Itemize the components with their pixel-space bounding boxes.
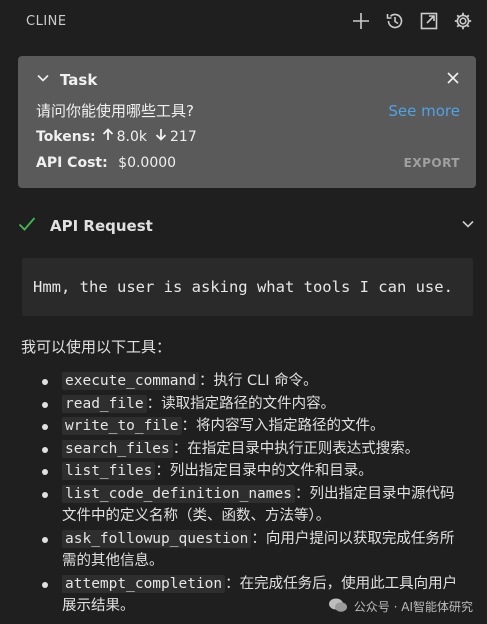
list-item: list_code_definition_names ：列出指定目录中源代码文件中… [38, 483, 468, 528]
header-actions [349, 9, 475, 33]
list-item: ask_followup_question ：向用户提问以获取完成任务所需的其他信… [38, 528, 468, 573]
task-question: 请问你能使用哪些工具? [36, 102, 194, 120]
tool-desc: ：读取指定路径的文件内容。 [146, 395, 336, 412]
list-item: execute_command ：执行 CLI 命令。 [38, 370, 468, 393]
history-icon[interactable] [383, 9, 407, 33]
list-item: write_to_file ：将内容写入指定路径的文件。 [38, 415, 468, 438]
tool-name: ask_followup_question [62, 529, 252, 548]
response-intro: 我可以使用以下工具： [21, 338, 172, 356]
list-item: search_files ：在指定目录中执行正则表达式搜索。 [38, 438, 468, 461]
check-icon [18, 216, 36, 236]
close-icon[interactable] [446, 70, 460, 89]
tool-name: list_files [62, 462, 156, 480]
tool-name: write_to_file [62, 417, 182, 435]
tool-name: list_code_definition_names [62, 484, 295, 503]
tools-list: execute_command ：执行 CLI 命令。 read_file ：读取指… [38, 370, 468, 618]
cost-value: $0.0000 [118, 155, 177, 171]
tool-name: execute_command [62, 372, 199, 390]
export-button[interactable]: EXPORT [404, 156, 460, 170]
arrow-up-icon [102, 128, 114, 145]
chevron-down-icon[interactable] [460, 216, 476, 236]
thinking-text: Hmm, the user is asking what tools I can… [22, 258, 473, 316]
cost-row: API Cost: $0.0000 EXPORT [36, 155, 460, 171]
tool-name: attempt_completion [62, 574, 226, 593]
app-title: CLINE [26, 13, 67, 29]
arrow-down-icon [155, 128, 167, 145]
tool-desc: ：执行 CLI 命令。 [198, 373, 318, 389]
tool-desc: ：在指定目录中执行正则表达式搜索。 [172, 440, 420, 457]
tokens-label: Tokens: [36, 128, 96, 145]
see-more-link[interactable]: See more [388, 102, 460, 120]
tool-desc: ：列出指定目录中的文件和目录。 [155, 463, 373, 479]
chevron-down-icon[interactable] [36, 70, 50, 89]
top-bar: CLINE [0, 0, 487, 42]
list-item: list_files ：列出指定目录中的文件和目录。 [38, 460, 468, 483]
gear-icon[interactable] [451, 9, 475, 33]
api-request-header[interactable]: API Request [18, 212, 476, 240]
plus-icon[interactable] [349, 9, 373, 33]
list-item: read_file ：读取指定路径的文件内容。 [38, 393, 468, 416]
task-card: Task 请问你能使用哪些工具? See more Tokens: 8.0k 2… [18, 56, 476, 188]
tool-name: search_files [62, 439, 173, 458]
task-header[interactable]: Task [36, 70, 460, 89]
wechat-icon [328, 597, 348, 616]
tokens-row: Tokens: 8.0k 217 [36, 128, 460, 145]
watermark: 公众号 · AI智能体研究 [328, 597, 473, 616]
cost-label: API Cost: [36, 155, 108, 171]
tool-name: read_file [62, 394, 147, 413]
popout-icon[interactable] [417, 9, 441, 33]
task-label: Task [60, 70, 98, 89]
tool-desc: ：将内容写入指定路径的文件。 [181, 418, 385, 434]
watermark-text: 公众号 · AI智能体研究 [353, 600, 473, 614]
tokens-up-value: 8.0k [116, 128, 148, 145]
api-request-label: API Request [50, 217, 153, 235]
tokens-down-value: 217 [170, 128, 197, 145]
